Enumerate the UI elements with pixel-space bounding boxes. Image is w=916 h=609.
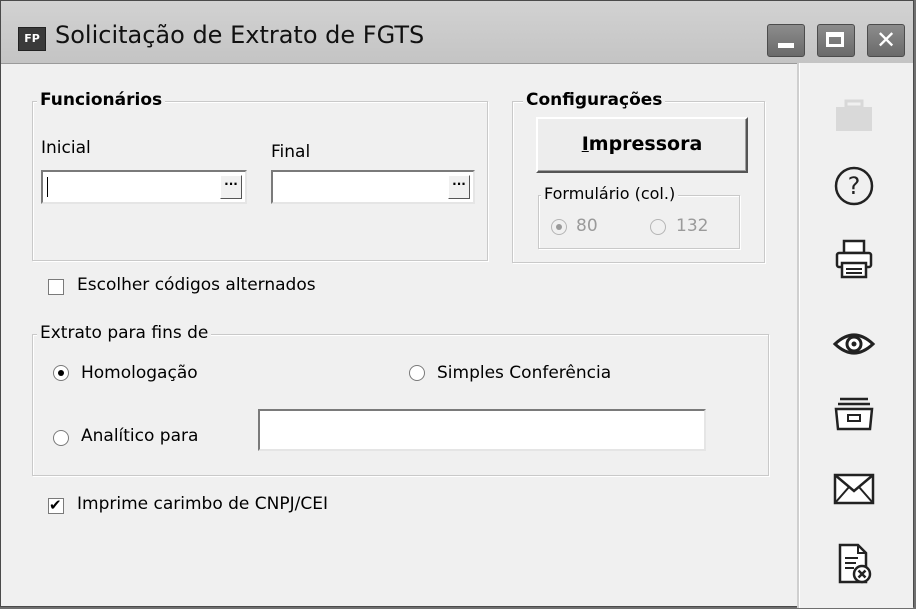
escolher-codigos-label[interactable]: Escolher códigos alternados xyxy=(77,275,316,295)
inicial-lookup-button[interactable]: ··· xyxy=(220,175,242,199)
configuracoes-legend: Configurações xyxy=(523,90,666,110)
final-label: Final xyxy=(271,142,311,162)
close-icon: ✕ xyxy=(875,26,897,54)
printer-icon[interactable] xyxy=(829,236,879,282)
extrato-group: Extrato para fins de xyxy=(32,323,769,476)
title-bar[interactable]: FP Solicitação de Extrato de FGTS ✕ xyxy=(1,1,913,64)
analitico-radio[interactable] xyxy=(53,430,69,446)
formulario-group: Formulário (col.) xyxy=(538,184,740,249)
email-icon[interactable] xyxy=(829,466,879,512)
formulario-legend: Formulário (col.) xyxy=(541,184,679,203)
toolbar-divider xyxy=(799,63,800,608)
side-toolbar: ? xyxy=(797,63,913,608)
impressora-button[interactable]: Impressora xyxy=(536,117,748,173)
analitico-label[interactable]: Analítico para xyxy=(81,426,198,446)
imprime-carimbo-checkbox[interactable] xyxy=(48,496,64,514)
impressora-hotkey: I xyxy=(581,133,589,155)
app-icon: FP xyxy=(18,27,46,51)
inicial-input[interactable]: ··· xyxy=(41,170,247,204)
radio-80-label: 80 xyxy=(576,216,598,236)
help-glyph: ? xyxy=(848,172,861,200)
preview-eye-icon[interactable] xyxy=(829,321,879,367)
escolher-codigos-checkbox[interactable] xyxy=(48,279,64,295)
minimize-button[interactable] xyxy=(767,24,805,57)
dialog-window: FP Solicitação de Extrato de FGTS ✕ Func… xyxy=(0,0,914,608)
simples-conferencia-label[interactable]: Simples Conferência xyxy=(437,363,611,383)
briefcase-icon xyxy=(829,93,879,139)
close-button[interactable]: ✕ xyxy=(867,24,905,57)
extrato-legend: Extrato para fins de xyxy=(37,323,212,343)
inicial-label: Inicial xyxy=(41,138,91,158)
imprime-carimbo-label[interactable]: Imprime carimbo de CNPJ/CEI xyxy=(77,494,328,514)
archive-icon[interactable] xyxy=(829,390,879,436)
cancel-document-icon[interactable] xyxy=(829,541,879,587)
radio-80[interactable] xyxy=(551,219,567,235)
simples-conferencia-radio[interactable] xyxy=(409,365,425,381)
analitico-input[interactable] xyxy=(258,409,706,451)
final-lookup-button[interactable]: ··· xyxy=(448,175,470,199)
radio-132[interactable] xyxy=(650,219,666,235)
homologacao-label[interactable]: Homologação xyxy=(81,363,198,383)
window-title: Solicitação de Extrato de FGTS xyxy=(55,21,425,49)
text-caret xyxy=(47,177,48,197)
funcionarios-legend: Funcionários xyxy=(37,90,166,110)
impressora-label: mpressora xyxy=(588,133,703,155)
radio-132-label: 132 xyxy=(676,216,709,236)
homologacao-radio[interactable] xyxy=(53,365,69,381)
final-input[interactable]: ··· xyxy=(271,170,475,204)
help-icon[interactable]: ? xyxy=(829,163,879,209)
maximize-button[interactable] xyxy=(817,24,855,57)
